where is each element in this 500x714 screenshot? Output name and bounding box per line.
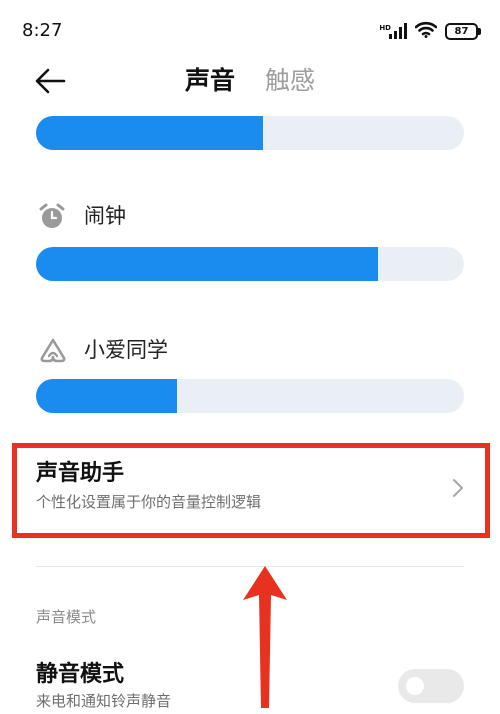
media-volume-slider[interactable] — [36, 116, 464, 150]
alarm-volume-slider[interactable] — [36, 247, 464, 281]
silent-mode-subtitle: 来电和通知铃声静音 — [36, 692, 172, 710]
silent-mode-title: 静音模式 — [36, 662, 125, 687]
alarm-clock-icon — [38, 202, 66, 230]
status-icons: HD 87 — [377, 20, 481, 42]
xiaoai-icon — [38, 336, 66, 364]
wifi-icon — [414, 21, 438, 42]
alarm-volume-fill — [36, 247, 379, 281]
status-time: 8:27 — [22, 20, 63, 41]
divider — [36, 566, 464, 567]
signal-icon: HD — [377, 23, 407, 39]
media-volume-fill — [36, 116, 263, 150]
annotation-arrow-icon — [240, 560, 290, 710]
alarm-label: 闹钟 — [84, 204, 126, 228]
back-button[interactable] — [34, 66, 68, 96]
battery-icon: 87 — [445, 22, 481, 40]
xiaoai-volume-fill — [36, 379, 178, 413]
xiaoai-label: 小爱同学 — [84, 338, 168, 362]
sound-assistant-title: 声音助手 — [36, 461, 125, 486]
sound-assistant-subtitle: 个性化设置属于你的音量控制逻辑 — [36, 493, 262, 511]
sound-mode-section-label: 声音模式 — [36, 608, 97, 626]
silent-mode-toggle[interactable] — [398, 669, 464, 703]
tab-sound[interactable]: 声音 — [185, 64, 235, 98]
tab-haptic[interactable]: 触感 — [265, 64, 315, 98]
network-type-label: HD — [379, 24, 391, 32]
back-arrow-icon — [35, 68, 66, 94]
chevron-right-icon — [449, 476, 467, 500]
toggle-knob — [406, 677, 424, 695]
xiaoai-volume-slider[interactable] — [36, 379, 464, 413]
